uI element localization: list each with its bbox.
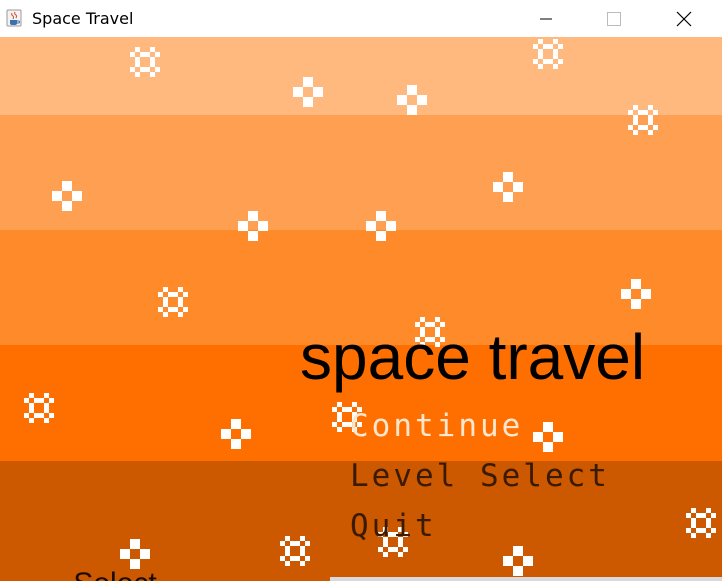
- star-sprite: [130, 47, 160, 77]
- star-sprite: [120, 539, 150, 569]
- star-sprite: [533, 422, 563, 452]
- menu-continue[interactable]: Continue: [350, 411, 523, 442]
- game-title: space travel: [300, 321, 646, 393]
- star-sprite: [621, 279, 651, 309]
- star-sprite: [366, 211, 396, 241]
- star-sprite: [628, 105, 658, 135]
- menu-level-select[interactable]: Level Select: [350, 461, 610, 492]
- game-canvas[interactable]: space travel Continue Level Select Quit …: [0, 37, 722, 581]
- bottom-strip: [330, 577, 722, 581]
- star-sprite: [221, 419, 251, 449]
- sky-band-2: [0, 115, 722, 230]
- star-sprite: [397, 85, 427, 115]
- star-sprite: [158, 287, 188, 317]
- star-sprite: [24, 393, 54, 423]
- minimize-button[interactable]: [523, 0, 569, 37]
- star-sprite: [686, 508, 716, 538]
- window-title-bar[interactable]: Space Travel: [0, 0, 722, 38]
- star-sprite: [293, 77, 323, 107]
- star-sprite: [533, 39, 563, 69]
- window-title: Space Travel: [32, 9, 134, 28]
- partial-overlay-text: ... Select: [40, 569, 157, 581]
- star-sprite: [52, 181, 82, 211]
- menu-quit[interactable]: Quit: [350, 511, 437, 542]
- maximize-button[interactable]: [591, 0, 637, 37]
- star-sprite: [503, 546, 533, 576]
- java-cup-icon: [6, 9, 22, 27]
- close-button[interactable]: [661, 0, 707, 37]
- sky-band-1: [0, 37, 722, 115]
- maximize-icon: [607, 11, 621, 26]
- star-sprite: [280, 536, 310, 566]
- close-icon: [676, 11, 692, 26]
- star-sprite: [493, 172, 523, 202]
- minimize-icon: [540, 18, 552, 19]
- star-sprite: [238, 211, 268, 241]
